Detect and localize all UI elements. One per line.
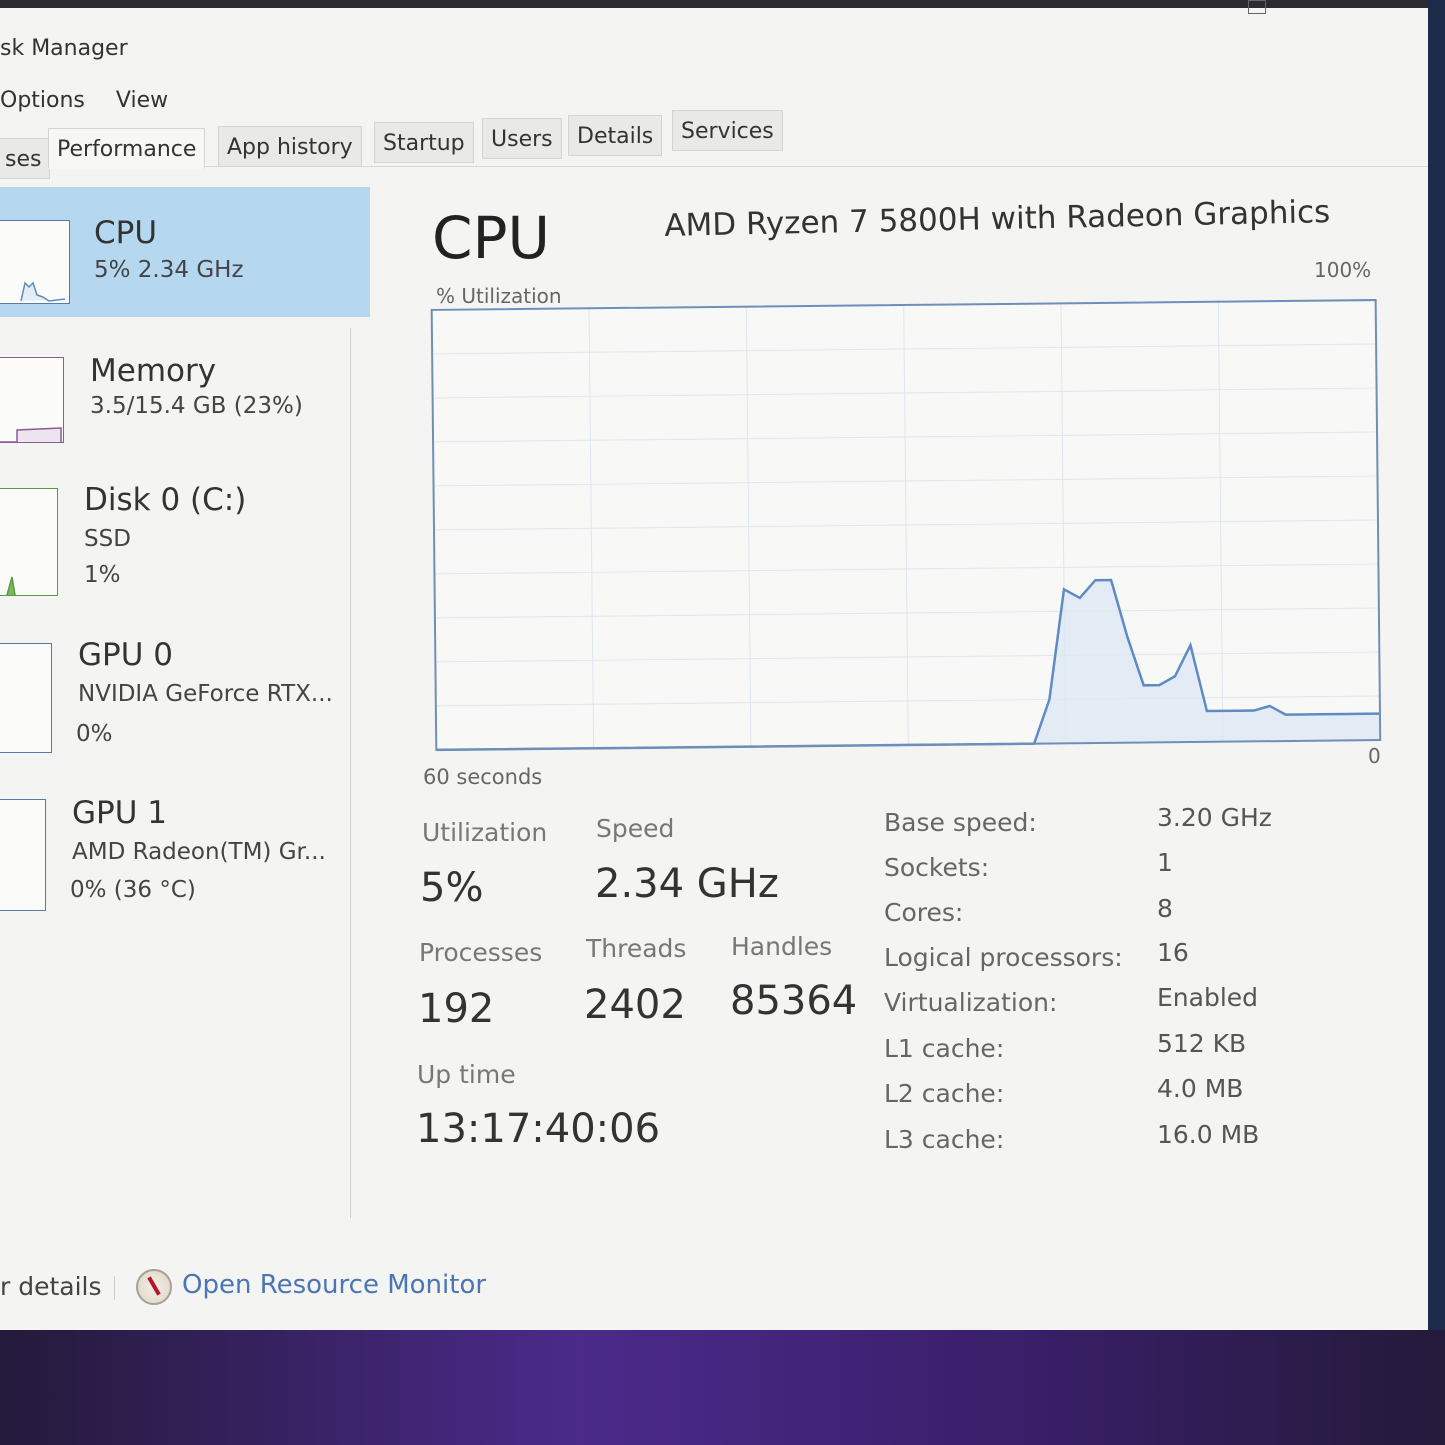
tab-startup[interactable]: Startup (374, 122, 474, 163)
memory-thumbnail-graph (0, 357, 64, 443)
chart-ymax-label: 100% (1314, 258, 1372, 282)
spec-l2-label: L2 cache: (884, 1079, 1005, 1108)
spec-l3-label: L3 cache: (884, 1125, 1005, 1154)
tab-performance[interactable]: Performance (48, 128, 206, 169)
uptime-value: 13:17:40:06 (416, 1106, 661, 1152)
sidebar-gpu1-name: GPU 1 (72, 795, 167, 831)
resource-sidebar: CPU 5% 2.34 GHz Memory 3.5/15.4 GB (23%)… (0, 187, 372, 1223)
spec-base-speed-label: Base speed: (884, 808, 1037, 837)
spec-sockets-label: Sockets: (884, 853, 990, 882)
memory-thumbnail-sparkline (0, 427, 62, 443)
spec-l2-value: 4.0 MB (1157, 1074, 1244, 1103)
sidebar-disk-usage: 1% (84, 562, 121, 588)
uptime-label: Up time (417, 1060, 516, 1089)
task-manager-window: sk Manager Options View ses Performance … (0, 0, 1430, 1330)
resource-monitor-icon[interactable] (136, 1269, 172, 1305)
spec-base-speed-value: 3.20 GHz (1157, 803, 1272, 832)
disk-thumbnail-graph (0, 488, 58, 596)
tab-app-history[interactable]: App history (218, 126, 362, 167)
page-title: CPU (432, 204, 550, 272)
threads-value: 2402 (584, 982, 686, 1028)
sidebar-item-memory[interactable]: Memory 3.5/15.4 GB (23%) (0, 333, 370, 463)
sidebar-disk-type: SSD (84, 526, 131, 552)
fewer-details-link[interactable]: r details (0, 1272, 102, 1301)
cpu-thumbnail-graph (0, 220, 70, 304)
processes-label: Processes (419, 938, 543, 967)
sidebar-memory-usage: 3.5/15.4 GB (23%) (90, 393, 303, 419)
processes-value: 192 (418, 986, 495, 1032)
sidebar-cpu-usage: 5% 2.34 GHz (94, 257, 244, 283)
cpu-thumbnail-sparkline (20, 281, 66, 302)
window-title: sk Manager (0, 36, 128, 61)
sidebar-divider (350, 328, 351, 1218)
spec-logical-label: Logical processors: (884, 943, 1123, 972)
sidebar-gpu0-name: GPU 0 (78, 637, 173, 673)
spec-virtualization-value: Enabled (1157, 983, 1259, 1012)
utilization-value: 5% (420, 865, 484, 911)
maximize-icon[interactable] (1248, 0, 1266, 14)
sidebar-gpu1-usage: 0% (36 °C) (70, 877, 196, 903)
cpu-model-name: AMD Ryzen 7 5800H with Radeon Graphics (664, 194, 1331, 244)
desktop-background (0, 1330, 1445, 1445)
tab-divider (0, 166, 1430, 167)
tab-details[interactable]: Details (568, 115, 663, 156)
cpu-utilization-chart (430, 299, 1382, 752)
tab-users[interactable]: Users (482, 118, 562, 159)
spec-l3-value: 16.0 MB (1157, 1120, 1260, 1149)
gpu0-thumbnail-graph (0, 643, 52, 753)
tab-processes[interactable]: ses (0, 138, 51, 179)
sidebar-item-gpu1[interactable]: GPU 1 AMD Radeon(TM) Gr... 0% (36 °C) (0, 791, 370, 931)
spec-cores-value: 8 (1157, 894, 1173, 923)
threads-label: Threads (586, 934, 687, 963)
speed-label: Speed (596, 814, 675, 843)
tab-bar: ses Performance App history Startup User… (0, 106, 1430, 179)
utilization-label: Utilization (422, 818, 548, 847)
disk-thumbnail-sparkline (6, 576, 16, 596)
spec-sockets-value: 1 (1157, 848, 1173, 877)
sidebar-item-disk[interactable]: Disk 0 (C:) SSD 1% (0, 478, 370, 618)
sidebar-item-cpu[interactable]: CPU 5% 2.34 GHz (0, 187, 370, 317)
sidebar-gpu0-usage: 0% (76, 721, 113, 747)
handles-label: Handles (731, 932, 833, 961)
sidebar-memory-name: Memory (90, 353, 217, 389)
gpu1-thumbnail-graph (0, 799, 46, 911)
sidebar-gpu1-model: AMD Radeon(TM) Gr... (72, 839, 326, 865)
spec-cores-label: Cores: (884, 898, 964, 927)
sidebar-disk-name: Disk 0 (C:) (84, 482, 247, 518)
chart-ymin-label: 0 (1368, 744, 1381, 768)
sidebar-item-gpu0[interactable]: GPU 0 NVIDIA GeForce RTX... 0% (0, 633, 370, 773)
sidebar-gpu0-model: NVIDIA GeForce RTX... (78, 681, 333, 707)
handles-value: 85364 (730, 978, 858, 1024)
chart-xlabel: 60 seconds (423, 765, 543, 789)
sidebar-cpu-name: CPU (94, 215, 158, 251)
spec-virtualization-label: Virtualization: (884, 988, 1058, 1017)
screen-right-bezel (1428, 0, 1445, 1340)
spec-logical-value: 16 (1157, 938, 1189, 967)
open-resource-monitor-link[interactable]: Open Resource Monitor (182, 1270, 486, 1300)
spec-l1-value: 512 KB (1157, 1029, 1247, 1058)
speed-value: 2.34 GHz (595, 861, 779, 907)
footer-divider (114, 1276, 115, 1300)
tab-services[interactable]: Services (672, 110, 783, 151)
spec-l1-label: L1 cache: (884, 1034, 1005, 1063)
